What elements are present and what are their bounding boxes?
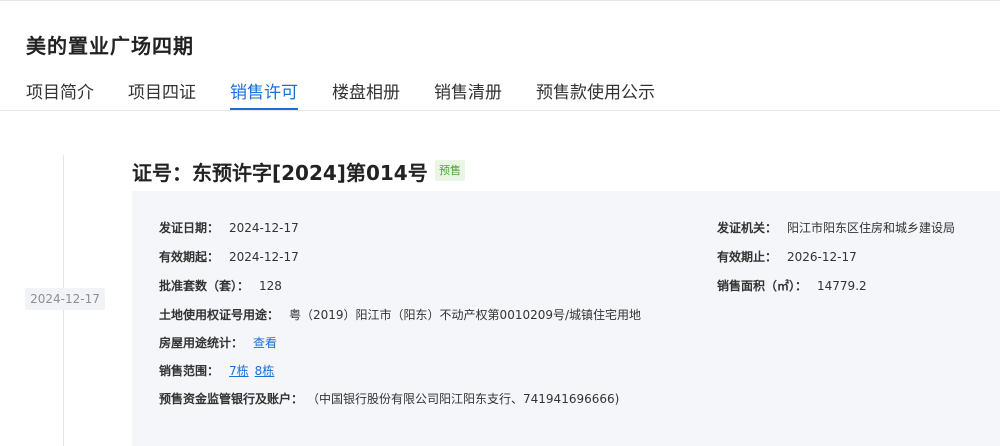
issue-date-label: 发证日期： — [159, 221, 220, 235]
issue-date-row: 发证日期： 2024-12-17 — [159, 219, 299, 236]
approved-units-row: 批准套数（套）： 128 — [159, 277, 282, 294]
tab-project-intro[interactable]: 项目简介 — [26, 78, 94, 110]
top-border — [0, 0, 1000, 1]
valid-from-value: 2024-12-17 — [229, 250, 299, 264]
valid-to-value: 2026-12-17 — [787, 250, 857, 264]
escrow-row: 预售资金监管银行及账户： （中国银行股份有限公司阳江阳东支行、7419416966… — [159, 390, 619, 407]
valid-to-label: 有效期止： — [717, 250, 778, 264]
tab-sales-list[interactable]: 销售清册 — [434, 78, 502, 110]
status-badge: 预售 — [435, 160, 465, 181]
issue-date-value: 2024-12-17 — [229, 221, 299, 235]
page-title: 美的置业广场四期 — [26, 34, 194, 58]
sale-area-label: 销售面积（㎡）： — [717, 279, 808, 293]
issuer-label: 发证机关： — [717, 221, 778, 235]
tab-project-certificates[interactable]: 项目四证 — [128, 78, 196, 110]
building-8-link[interactable]: 8栋 — [255, 364, 275, 378]
issuer-value: 阳江市阳东区住房和城乡建设局 — [787, 221, 956, 235]
land-use-value: 粤（2019）阳江市（阳东）不动产权第0010209号/城镇住宅用地 — [289, 308, 642, 322]
view-house-use-stats-link[interactable]: 查看 — [253, 336, 277, 350]
tab-presale-fund-notice[interactable]: 预售款使用公示 — [536, 78, 655, 110]
escrow-label: 预售资金监管银行及账户： — [159, 392, 304, 406]
approved-units-value: 128 — [259, 279, 282, 293]
land-use-row: 土地使用权证号用途： 粤（2019）阳江市（阳东）不动产权第0010209号/城镇… — [159, 306, 641, 323]
tabs-divider — [0, 110, 1000, 111]
building-7-link[interactable]: 7栋 — [229, 364, 249, 378]
tab-sales-permit[interactable]: 销售许可 — [230, 78, 298, 110]
escrow-value: （中国银行股份有限公司阳江阳东支行、741941696666) — [313, 392, 620, 406]
land-use-label: 土地使用权证号用途： — [159, 308, 280, 322]
sale-area-row: 销售面积（㎡）： 14779.2 — [717, 277, 867, 294]
certificate-details-panel: 发证日期： 2024-12-17 发证机关： 阳江市阳东区住房和城乡建设局 有效期起… — [132, 191, 1000, 446]
valid-from-row: 有效期起： 2024-12-17 — [159, 248, 299, 265]
approved-units-label: 批准套数（套）： — [159, 279, 250, 293]
certificate-title: 证号：东预许字[2024]第014号 — [132, 161, 428, 185]
sale-range-row: 销售范围： 7栋 8栋 — [159, 362, 280, 379]
issuer-row: 发证机关： 阳江市阳东区住房和城乡建设局 — [717, 219, 955, 236]
tab-photo-album[interactable]: 楼盘相册 — [332, 78, 400, 110]
tab-bar: 项目简介 项目四证 销售许可 楼盘相册 销售清册 预售款使用公示 — [26, 78, 689, 110]
sale-area-value: 14779.2 — [817, 279, 867, 293]
timeline-date: 2024-12-17 — [25, 288, 105, 310]
sale-range-label: 销售范围： — [159, 364, 220, 378]
valid-to-row: 有效期止： 2026-12-17 — [717, 248, 857, 265]
house-use-stats-row: 房屋用途统计： 查看 — [159, 334, 277, 351]
valid-from-label: 有效期起： — [159, 250, 220, 264]
house-use-stats-label: 房屋用途统计： — [159, 336, 244, 350]
